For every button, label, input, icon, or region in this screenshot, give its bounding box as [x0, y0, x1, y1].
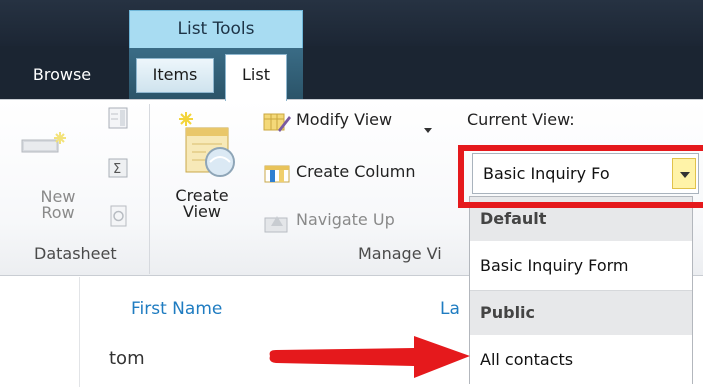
new-row-icon[interactable]	[20, 130, 70, 166]
chevron-down-icon[interactable]	[423, 119, 433, 138]
current-view-label: Current View:	[467, 110, 575, 129]
contextual-group-list-tools: List Tools	[129, 10, 303, 48]
navigate-up-icon[interactable]	[263, 210, 291, 238]
current-view-highlight-box	[458, 145, 703, 208]
navigate-up-button[interactable]: Navigate Up	[296, 210, 395, 229]
create-view-button[interactable]: Create View	[174, 188, 230, 220]
manage-views-group-label: Manage Vi	[358, 244, 442, 263]
modify-view-icon[interactable]	[262, 110, 292, 138]
create-column-icon[interactable]	[263, 162, 291, 190]
dropdown-section-public: Public	[470, 291, 692, 335]
datasheet-view-icon[interactable]	[106, 106, 130, 134]
dropdown-item-basic-inquiry-form[interactable]: Basic Inquiry Form	[470, 241, 692, 290]
tab-list[interactable]: List	[225, 54, 287, 101]
group-separator	[149, 104, 150, 274]
totals-icon[interactable]: Σ	[106, 156, 130, 184]
create-view-icon[interactable]	[176, 110, 236, 184]
datasheet-group-label: Datasheet	[34, 244, 117, 263]
tab-items[interactable]: Items	[136, 58, 214, 93]
new-row-label[interactable]: New Row	[36, 189, 80, 221]
svg-text:Σ: Σ	[113, 162, 121, 177]
refresh-data-icon[interactable]	[108, 204, 130, 232]
view-dropdown-menu: Default Basic Inquiry Form Public All co…	[469, 196, 693, 384]
red-arrow-icon	[269, 336, 470, 378]
column-header-first-name[interactable]: First Name	[131, 299, 222, 319]
create-column-button[interactable]: Create Column	[296, 162, 416, 181]
column-header-last-name[interactable]: La	[440, 299, 460, 319]
list-row-first-name-cell[interactable]: tom	[109, 348, 145, 369]
tab-bar-shade	[0, 0, 703, 46]
dropdown-item-all-contacts[interactable]: All contacts	[470, 335, 692, 384]
tab-browse[interactable]: Browse	[0, 56, 124, 94]
list-gutter	[79, 277, 80, 387]
modify-view-button[interactable]: Modify View	[296, 110, 392, 129]
